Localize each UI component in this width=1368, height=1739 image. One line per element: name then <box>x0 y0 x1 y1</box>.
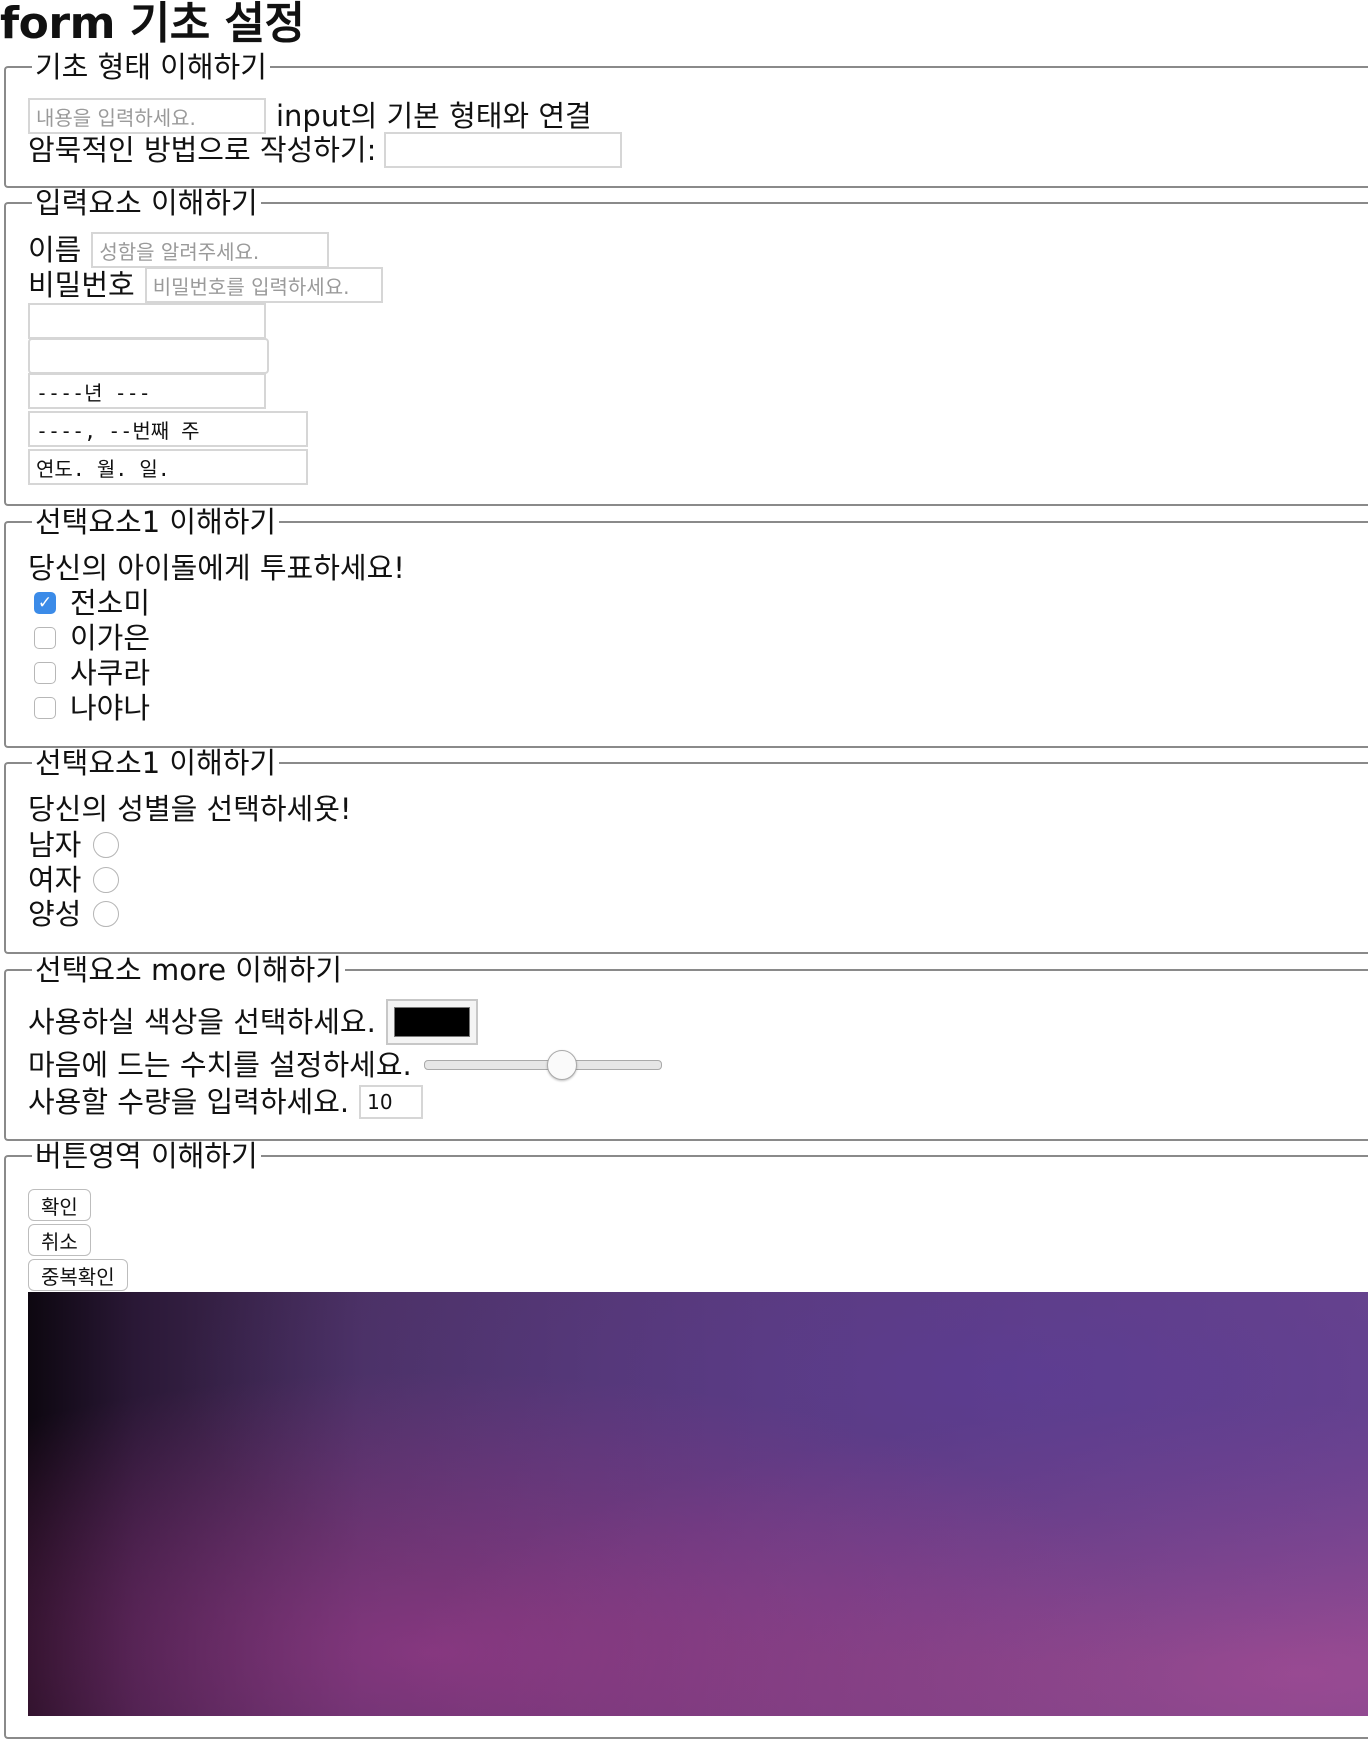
button-row-3: 중복확인 <box>28 1259 128 1291</box>
basic-legend: 기초 형태 이해하기 <box>35 50 267 84</box>
date-input[interactable]: 연도. 월. 일. <box>28 449 308 485</box>
checkbox-fieldset: 선택요소1 이해하기 <box>4 505 1368 748</box>
radio-label: 양성 <box>28 897 82 931</box>
radio-both[interactable] <box>93 901 120 927</box>
button-legend: 버튼영역 이해하기 <box>35 1139 258 1173</box>
more-legend: 선택요소 more 이해하기 <box>35 953 342 987</box>
checkbox-gaeun[interactable] <box>34 627 56 649</box>
cancel-button[interactable]: 취소 <box>28 1224 91 1256</box>
radio-option[interactable]: 양성 <box>28 897 120 931</box>
number-row: 사용할 수량을 입력하세요. 10 <box>28 1085 424 1119</box>
radio-label: 여자 <box>28 863 82 897</box>
checkbox-question: 당신의 아이돌에게 투표하세요! <box>28 551 405 585</box>
confirm-button[interactable]: 확인 <box>28 1189 91 1221</box>
range-slider[interactable] <box>423 1050 662 1080</box>
checkbox-label: 전소미 <box>70 586 151 620</box>
radio-legend: 선택요소1 이해하기 <box>35 746 277 780</box>
radio-male[interactable] <box>93 832 120 858</box>
date-row: 연도. 월. 일. <box>28 449 308 485</box>
button-row-1: 확인 <box>28 1189 91 1221</box>
empty-input-row-1 <box>28 303 266 339</box>
range-row: 마음에 드는 수치를 설정하세요. <box>28 1048 662 1082</box>
galaxy-image <box>28 1292 1368 1716</box>
quantity-input[interactable]: 10 <box>359 1085 424 1119</box>
implicit-input[interactable] <box>384 132 623 168</box>
checkbox-option[interactable]: 나야나 <box>28 691 150 725</box>
page-title: form 기초 설정 <box>0 0 305 49</box>
name-row: 이름 성함을 알려주세요. <box>28 232 330 268</box>
name-label: 이름 <box>28 233 82 267</box>
radio-label: 남자 <box>28 828 82 862</box>
week-input[interactable]: ----, --번째 주 <box>28 411 308 447</box>
basic-row-1: 내용을 입력하세요. input의 기본 형태와 연결 <box>28 98 592 134</box>
month-input[interactable]: ----년 --- <box>28 373 266 409</box>
password-label: 비밀번호 <box>28 268 135 302</box>
radio-question: 당신의 성별을 선택하세욧! <box>28 792 352 826</box>
empty-input-1[interactable] <box>28 303 266 339</box>
button-row-2: 취소 <box>28 1224 91 1256</box>
radio-female[interactable] <box>93 867 120 893</box>
week-row: ----, --번째 주 <box>28 411 308 447</box>
name-input[interactable]: 성함을 알려주세요. <box>91 232 330 268</box>
color-label: 사용하실 색상을 선택하세요. <box>28 1005 376 1039</box>
checkbox-option[interactable]: 전소미 <box>28 586 150 620</box>
input-link-label: input의 기본 형태와 연결 <box>276 99 592 133</box>
checkbox-question-row: 당신의 아이돌에게 투표하세요! <box>28 551 405 585</box>
checkbox-label: 사쿠라 <box>70 656 151 690</box>
month-row: ----년 --- <box>28 373 266 409</box>
checkbox-option[interactable]: 이가은 <box>28 621 150 655</box>
checkbox-label: 나야나 <box>70 691 151 725</box>
basic-row-2: 암묵적인 방법으로 작성하기: <box>28 132 623 168</box>
radio-option[interactable]: 남자 <box>28 828 120 862</box>
checkbox-nayana[interactable] <box>34 697 56 719</box>
range-label: 마음에 드는 수치를 설정하세요. <box>28 1048 412 1082</box>
color-row: 사용하실 색상을 선택하세요. <box>28 999 478 1045</box>
radio-fieldset: 선택요소1 이해하기 <box>4 746 1368 954</box>
color-swatch <box>393 1007 470 1037</box>
password-row: 비밀번호 비밀번호를 입력하세요. <box>28 267 383 303</box>
checkbox-sakura[interactable] <box>34 662 56 684</box>
color-picker[interactable] <box>385 999 478 1045</box>
checkbox-legend: 선택요소1 이해하기 <box>35 505 277 539</box>
checkbox-somi[interactable] <box>34 592 56 614</box>
number-label: 사용할 수량을 입력하세요. <box>28 1085 350 1119</box>
checkbox-option[interactable]: 사쿠라 <box>28 656 150 690</box>
inputs-legend: 입력요소 이해하기 <box>35 186 258 220</box>
duplicate-check-button[interactable]: 중복확인 <box>28 1259 128 1291</box>
radio-option[interactable]: 여자 <box>28 863 120 897</box>
checkbox-label: 이가은 <box>70 621 151 655</box>
range-thumb[interactable] <box>547 1050 578 1080</box>
content-input[interactable]: 내용을 입력하세요. <box>28 98 266 134</box>
empty-input-2[interactable] <box>28 338 269 374</box>
radio-question-row: 당신의 성별을 선택하세욧! <box>28 792 352 826</box>
empty-input-row-2 <box>28 338 269 374</box>
password-input[interactable]: 비밀번호를 입력하세요. <box>144 267 383 303</box>
implicit-label: 암묵적인 방법으로 작성하기: <box>28 133 377 167</box>
